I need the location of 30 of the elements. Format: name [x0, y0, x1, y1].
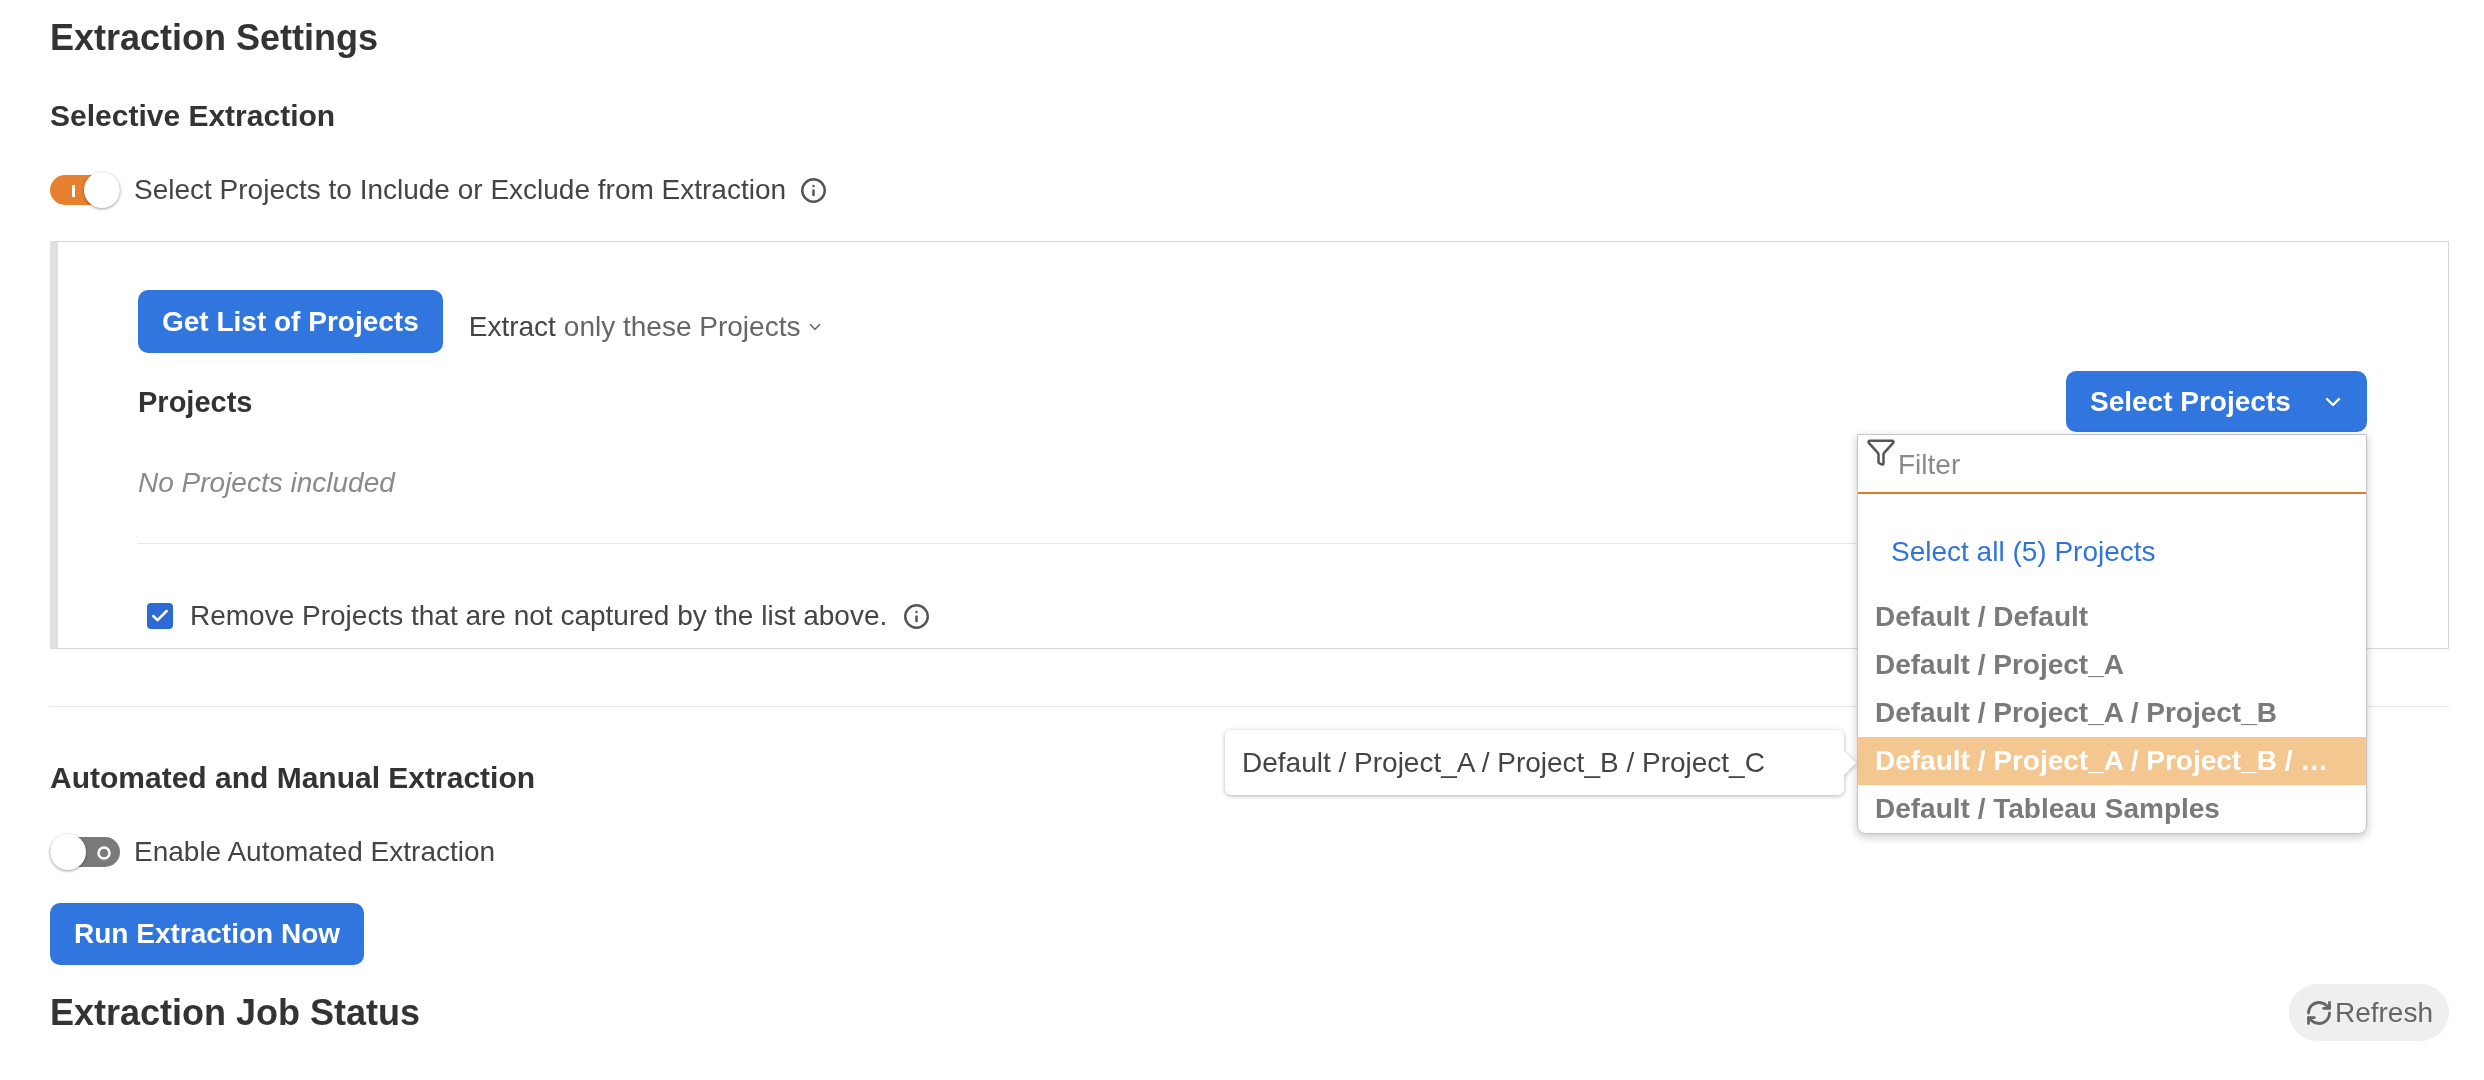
info-icon[interactable] [800, 176, 828, 204]
get-list-button[interactable]: Get List of Projects [138, 290, 443, 353]
dropdown-item[interactable]: Default / Project_A [1858, 641, 2366, 689]
toggle-label: Select Projects to Include or Exclude from Extraction [134, 173, 787, 207]
page-title: Extraction Settings [50, 16, 379, 60]
filter-icon [1866, 437, 1896, 467]
run-extraction-button[interactable]: Run Extraction Now [50, 903, 364, 965]
mode-label: Extract [468, 309, 556, 344]
select-projects-button[interactable]: Select Projects [2066, 371, 2367, 432]
dropdown-item[interactable]: Default / Tableau Samples [1858, 785, 2366, 833]
refresh-button[interactable]: Refresh [2288, 984, 2449, 1041]
on-bar-icon [72, 185, 75, 197]
select-all-link[interactable]: Select all (5) Projects [1891, 534, 2156, 570]
empty-message: No Projects included [138, 466, 395, 500]
projects-heading: Projects [138, 384, 253, 420]
toggle-switch[interactable] [50, 834, 120, 870]
toggle-switch[interactable] [50, 172, 120, 208]
dropdown-item[interactable]: Default / Default [1858, 593, 2366, 641]
refresh-icon [2304, 998, 2333, 1027]
section-heading: Selective Extraction [50, 98, 336, 134]
toggle-label: Enable Automated Extraction [134, 835, 496, 869]
mode-dropdown[interactable]: only these Projects [563, 305, 825, 348]
dropdown-item[interactable]: Default / Project_A / Project_B [1858, 689, 2366, 737]
filter-field[interactable]: Filter [1898, 447, 2338, 483]
checkbox[interactable] [147, 603, 173, 629]
off-ring-icon [97, 846, 111, 860]
info-icon[interactable] [903, 602, 931, 630]
section-heading: Extraction Job Status [50, 990, 421, 1035]
section-heading: Automated and Manual Extraction [50, 760, 536, 796]
checkbox-label: Remove Projects that are not captured by the list above. [190, 599, 888, 633]
